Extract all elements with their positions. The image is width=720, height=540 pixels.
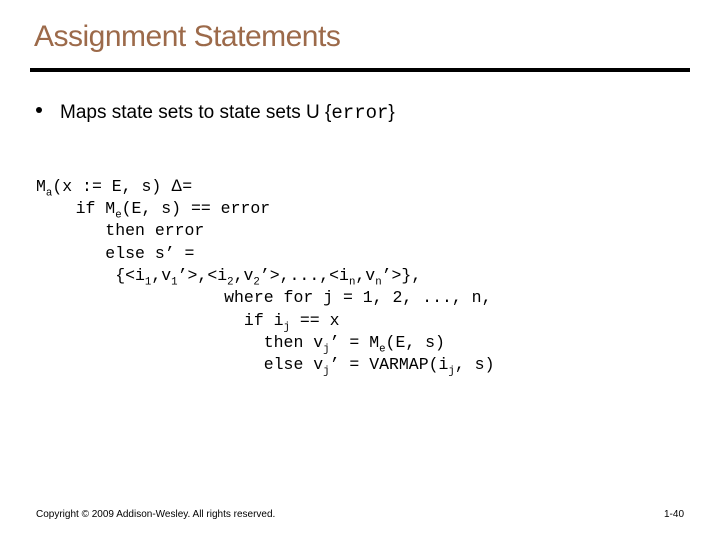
code-l1: Ma(x := E, s) Δ= bbox=[36, 177, 192, 196]
page-title: Assignment Statements bbox=[0, 0, 720, 68]
bullet-post: } bbox=[388, 102, 394, 123]
code-l8: then vj’ = Me(E, s) bbox=[36, 333, 445, 352]
code-l9: else vj’ = VARMAP(ij, s) bbox=[36, 355, 494, 374]
bullet-mono: error bbox=[331, 102, 388, 124]
code-l7: if ij == x bbox=[36, 311, 340, 330]
page-number: 1-40 bbox=[664, 509, 684, 520]
bullet-text: Maps state sets to state sets U {error} bbox=[60, 100, 684, 127]
code-l5: {<i1,v1’>,<i2,v2’>,...,<in,vn’>}, bbox=[36, 266, 421, 285]
bullet-pre: Maps state sets to state sets U { bbox=[60, 102, 331, 123]
code-l3: then error bbox=[36, 221, 204, 240]
footer: Copyright © 2009 Addison-Wesley. All rig… bbox=[36, 509, 684, 520]
bullet-dot bbox=[36, 100, 60, 127]
copyright-text: Copyright © 2009 Addison-Wesley. All rig… bbox=[36, 509, 275, 520]
bullet-item: Maps state sets to state sets U {error} bbox=[36, 100, 684, 127]
code-l6: where for j = 1, 2, ..., n, bbox=[36, 288, 491, 307]
code-l2: if Me(E, s) == error bbox=[36, 199, 270, 218]
slide-body: Maps state sets to state sets U {error} … bbox=[0, 72, 720, 399]
code-l4: else s’ = bbox=[36, 244, 194, 263]
code-block: Ma(x := E, s) Δ= if Me(E, s) == error th… bbox=[36, 153, 684, 399]
